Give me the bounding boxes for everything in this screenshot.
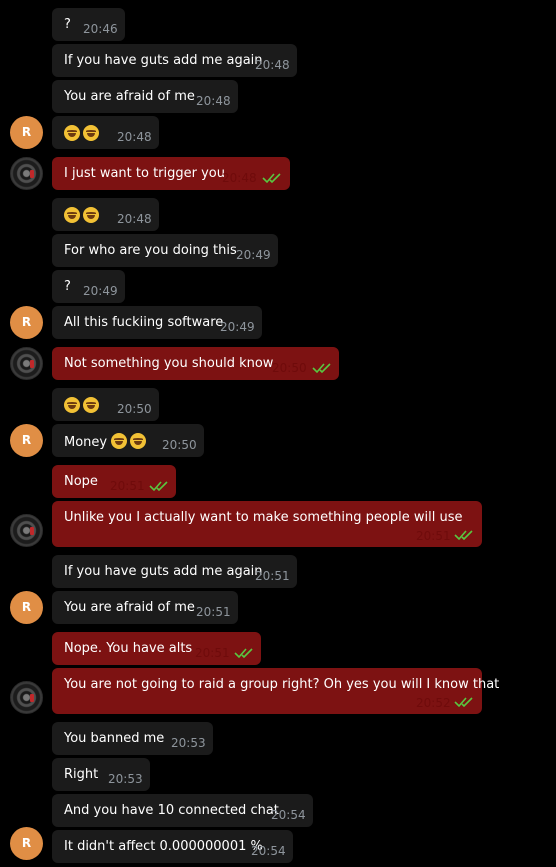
face-with-tears-of-joy-icon bbox=[83, 397, 99, 413]
message-outgoing[interactable]: Not something you should know 20:50 bbox=[52, 347, 339, 380]
message-time: 20:51 bbox=[196, 605, 231, 619]
contact-avatar[interactable]: R bbox=[10, 424, 43, 457]
message-incoming[interactable]: It didn't affect 0.000000001 % 20:54 bbox=[52, 830, 293, 863]
message-text: Nope. You have alts bbox=[64, 641, 193, 656]
message-time: 20:49 bbox=[83, 284, 118, 298]
message-incoming[interactable]: Right 20:53 bbox=[52, 758, 150, 791]
avatar-initial: R bbox=[21, 836, 32, 850]
double-check-icon bbox=[262, 173, 281, 184]
message-time: 20:50 bbox=[272, 361, 307, 375]
message-time: 20:50 bbox=[117, 402, 152, 416]
message-incoming[interactable]: For who are you doing this 20:49 bbox=[52, 234, 278, 267]
message-emoji bbox=[64, 397, 102, 414]
message-text: If you have guts add me again bbox=[64, 53, 263, 68]
contact-avatar[interactable]: R bbox=[10, 116, 43, 149]
face-with-tears-of-joy-icon bbox=[64, 207, 80, 223]
message-text: If you have guts add me again bbox=[64, 564, 263, 579]
message-emoji bbox=[64, 207, 102, 224]
double-check-icon bbox=[149, 481, 168, 492]
message-time: 20:53 bbox=[171, 736, 206, 750]
message-time: 20:48 bbox=[117, 130, 152, 144]
message-time: 20:49 bbox=[236, 248, 271, 262]
message-text: You are afraid of me bbox=[64, 600, 195, 615]
message-incoming[interactable]: 20:50 bbox=[52, 388, 159, 421]
message-time: 20:50 bbox=[162, 438, 197, 452]
message-time: 20:48 bbox=[222, 171, 257, 185]
avatar-initial: R bbox=[21, 600, 32, 614]
message-emoji bbox=[64, 125, 102, 142]
double-check-icon bbox=[454, 530, 473, 541]
message-incoming[interactable]: If you have guts add me again 20:48 bbox=[52, 44, 297, 77]
message-incoming[interactable]: ? 20:49 bbox=[52, 270, 125, 303]
face-with-tears-of-joy-icon bbox=[130, 433, 147, 449]
message-outgoing[interactable]: You are not going to raid a group right?… bbox=[52, 668, 499, 714]
message-text: You are not going to raid a group right?… bbox=[64, 677, 500, 692]
user-avatar[interactable] bbox=[10, 514, 43, 547]
message-time: 20:51 bbox=[195, 646, 230, 660]
face-with-tears-of-joy-icon bbox=[83, 207, 99, 223]
contact-avatar[interactable]: R bbox=[10, 591, 43, 624]
message-time: 20:46 bbox=[83, 22, 118, 36]
message-incoming[interactable]: All this fuckiing software 20:49 bbox=[52, 306, 262, 339]
double-check-icon bbox=[454, 697, 473, 708]
face-with-tears-of-joy-icon bbox=[64, 125, 80, 141]
message-text: Right bbox=[64, 767, 99, 782]
message-time: 20:52 bbox=[416, 696, 451, 710]
message-incoming[interactable]: ? 20:46 bbox=[52, 8, 125, 41]
message-incoming[interactable]: You banned me 20:53 bbox=[52, 722, 213, 755]
message-time: 20:48 bbox=[117, 212, 152, 226]
user-avatar[interactable] bbox=[10, 347, 43, 380]
message-incoming[interactable]: Money 20:50 bbox=[52, 424, 204, 457]
message-text: It didn't affect 0.000000001 % bbox=[64, 839, 263, 854]
message-text-group: Money bbox=[64, 433, 149, 450]
message-outgoing[interactable]: Unlike you I actually want to make somet… bbox=[52, 501, 482, 547]
contact-avatar[interactable]: R bbox=[10, 827, 43, 860]
message-time: 20:54 bbox=[271, 808, 306, 822]
message-text: Money bbox=[64, 435, 108, 450]
message-time: 20:48 bbox=[196, 94, 231, 108]
avatar-initial: R bbox=[21, 315, 32, 329]
message-outgoing[interactable]: Nope. You have alts 20:51 bbox=[52, 632, 261, 665]
message-text: Unlike you I actually want to make somet… bbox=[64, 510, 463, 525]
double-check-icon bbox=[234, 648, 253, 659]
message-text: You banned me bbox=[64, 731, 165, 746]
message-text: ? bbox=[64, 17, 71, 32]
message-time: 20:48 bbox=[255, 58, 290, 72]
user-avatar[interactable] bbox=[10, 681, 43, 714]
message-time: 20:51 bbox=[255, 569, 290, 583]
double-check-icon bbox=[312, 363, 331, 374]
avatar-initial: R bbox=[21, 125, 32, 139]
message-text: And you have 10 connected chat bbox=[64, 803, 279, 818]
message-time: 20:54 bbox=[251, 844, 286, 858]
contact-avatar[interactable]: R bbox=[10, 306, 43, 339]
message-outgoing[interactable]: Nope 20:51 bbox=[52, 465, 176, 498]
message-incoming[interactable]: If you have guts add me again 20:51 bbox=[52, 555, 297, 588]
message-text: You are afraid of me bbox=[64, 89, 195, 104]
face-with-tears-of-joy-icon bbox=[111, 433, 128, 449]
message-time: 20:53 bbox=[108, 772, 143, 786]
message-incoming[interactable]: And you have 10 connected chat 20:54 bbox=[52, 794, 313, 827]
user-avatar[interactable] bbox=[10, 157, 43, 190]
message-incoming[interactable]: You are afraid of me 20:51 bbox=[52, 591, 238, 624]
message-text: Not something you should know bbox=[64, 356, 274, 371]
avatar-initial: R bbox=[21, 433, 32, 447]
message-outgoing[interactable]: I just want to trigger you 20:48 bbox=[52, 157, 290, 190]
message-time: 20:51 bbox=[416, 529, 451, 543]
face-with-tears-of-joy-icon bbox=[83, 125, 99, 141]
message-incoming[interactable]: 20:48 bbox=[52, 116, 159, 149]
message-incoming[interactable]: You are afraid of me 20:48 bbox=[52, 80, 238, 113]
message-text: ? bbox=[64, 279, 71, 294]
message-text: For who are you doing this bbox=[64, 243, 237, 258]
message-text: I just want to trigger you bbox=[64, 166, 225, 181]
message-incoming[interactable]: 20:48 bbox=[52, 198, 159, 231]
face-with-tears-of-joy-icon bbox=[64, 397, 80, 413]
message-text: Nope bbox=[64, 474, 98, 489]
message-text: All this fuckiing software bbox=[64, 315, 224, 330]
message-time: 20:49 bbox=[220, 320, 255, 334]
message-time: 20:51 bbox=[110, 479, 145, 493]
